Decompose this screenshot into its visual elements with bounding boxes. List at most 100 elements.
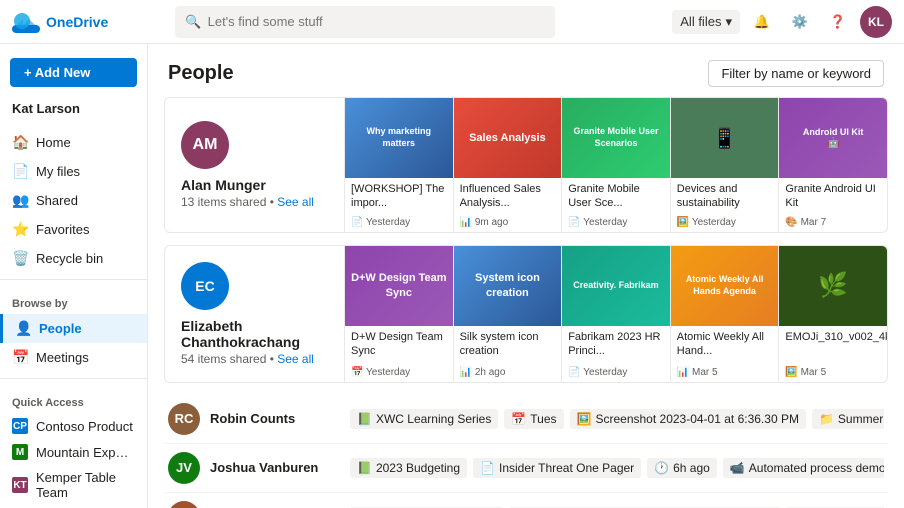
file-tag[interactable]: 📁 Summer retreat team photos bbox=[812, 409, 884, 429]
see-all-alan[interactable]: See all bbox=[277, 195, 314, 209]
meetings-icon: 📅 bbox=[12, 349, 28, 366]
thumb-image: Creativity. Fabrikam bbox=[562, 246, 670, 326]
qa-contoso-icon: CP bbox=[12, 418, 28, 434]
bell-button[interactable]: 🔔 bbox=[746, 6, 778, 38]
file-thumb[interactable]: Why marketing matters [WORKSHOP] The imp… bbox=[345, 98, 454, 232]
file-thumb[interactable]: 🌿 EMOJi_310_v002_4k_1035 🖼️ Mar 5 bbox=[779, 246, 887, 382]
files-icon: 📄 bbox=[12, 163, 28, 180]
person-row[interactable]: RC Robin Counts 📗XWC Learning Series 📅Tu… bbox=[164, 395, 888, 444]
file-tag[interactable]: 📗 XWC Learning Series bbox=[350, 409, 498, 429]
person-info-alan[interactable]: AM Alan Munger 13 items shared • See all bbox=[165, 98, 345, 232]
avatar-mona: MK bbox=[168, 501, 200, 508]
trash-icon: 🗑️ bbox=[12, 250, 28, 267]
people-list: RC Robin Counts 📗XWC Learning Series 📅Tu… bbox=[148, 395, 904, 508]
file-tag[interactable]: 📗2023 Budgeting bbox=[350, 458, 467, 478]
sidebar-item-favorites[interactable]: ⭐ Favorites bbox=[0, 215, 147, 244]
qa-kemper[interactable]: KT Kemper Table Team bbox=[0, 465, 147, 505]
doc-icon: 📄 bbox=[480, 461, 495, 475]
image-icon: 🖼️ bbox=[577, 412, 592, 426]
sidebar-item-label: Shared bbox=[36, 193, 78, 208]
page-title: People bbox=[168, 62, 234, 85]
tag-label: Tues bbox=[530, 412, 556, 426]
qa-mountain[interactable]: M Mountain Expansion... bbox=[0, 439, 147, 465]
qa-kemper-icon: KT bbox=[12, 477, 28, 493]
sidebar-item-recycle[interactable]: 🗑️ Recycle bin bbox=[0, 244, 147, 273]
settings-button[interactable]: ⚙️ bbox=[784, 6, 816, 38]
file-thumb[interactable]: Atomic Weekly All Hands Agenda Atomic We… bbox=[671, 246, 780, 382]
avatar-joshua: JV bbox=[168, 452, 200, 484]
sidebar-item-people[interactable]: 👤 People bbox=[0, 314, 147, 343]
person-row[interactable]: MK Mona Kane 📗Granite Web UI Toolkit 📅20… bbox=[164, 493, 888, 508]
shared-icon: 👥 bbox=[12, 192, 28, 209]
sidebar-item-home[interactable]: 🏠 Home bbox=[0, 128, 147, 157]
person-files-alan: Why marketing matters [WORKSHOP] The imp… bbox=[345, 98, 887, 232]
thumb-meta: 📄 Yesterday bbox=[345, 215, 453, 232]
tag-label: XWC Learning Series bbox=[376, 412, 491, 426]
person-name-alan: Alan Munger bbox=[181, 177, 328, 193]
thumb-label: Fabrikam 2023 HR Princi... bbox=[562, 326, 670, 365]
home-icon: 🏠 bbox=[12, 134, 28, 151]
user-avatar[interactable]: KL bbox=[860, 6, 892, 38]
file-tag[interactable]: 📹Automated process demo reel bbox=[723, 458, 884, 478]
app-logo[interactable]: OneDrive bbox=[12, 11, 112, 33]
qa-mountain-label: Mountain Expansion... bbox=[36, 445, 131, 460]
help-button[interactable]: ❓ bbox=[822, 6, 854, 38]
file-thumb[interactable]: Android UI Kit🤖 Granite Android UI Kit 🎨… bbox=[779, 98, 887, 232]
see-all-elizabeth[interactable]: See all bbox=[277, 352, 314, 366]
people-icon: 👤 bbox=[15, 320, 31, 337]
folder-icon: 📁 bbox=[819, 412, 834, 426]
person-info-elizabeth[interactable]: EC Elizabeth Chanthokrachang 54 items sh… bbox=[165, 246, 345, 382]
person-card-alan: AM Alan Munger 13 items shared • See all… bbox=[164, 97, 888, 233]
thumb-meta: 🖼️ Mar 5 bbox=[779, 365, 887, 382]
gear-icon: ⚙️ bbox=[792, 14, 808, 30]
thumb-meta: 📊 9m ago bbox=[454, 215, 562, 232]
add-new-button[interactable]: + Add New bbox=[10, 58, 137, 87]
file-tag[interactable]: 📅Tues bbox=[504, 409, 563, 429]
avatar-elizabeth: EC bbox=[181, 262, 229, 310]
excel-icon: 📗 bbox=[357, 461, 372, 475]
thumb-image: 📱 bbox=[671, 98, 779, 178]
sidebar-item-shared[interactable]: 👥 Shared bbox=[0, 186, 147, 215]
qa-mountain-icon: M bbox=[12, 444, 28, 460]
file-thumb[interactable]: D+W Design Team Sync D+W Design Team Syn… bbox=[345, 246, 454, 382]
sidebar-item-label: Home bbox=[36, 135, 71, 150]
file-thumb[interactable]: System icon creation Silk system icon cr… bbox=[454, 246, 563, 382]
files-filter[interactable]: All files ▾ bbox=[672, 10, 740, 34]
excel-icon: 📗 bbox=[357, 412, 372, 426]
file-thumb[interactable]: 📱 Devices and sustainability 🖼️ Yesterda… bbox=[671, 98, 780, 232]
file-tag[interactable]: 🕐6h ago bbox=[647, 458, 717, 478]
file-thumb[interactable]: Sales Analysis Influenced Sales Analysis… bbox=[454, 98, 563, 232]
thumb-meta: 📊 2h ago bbox=[454, 365, 562, 382]
thumb-label: Granite Mobile User Sce... bbox=[562, 178, 670, 215]
thumb-image: Granite Mobile User Scenarios bbox=[562, 98, 670, 178]
file-thumb[interactable]: Granite Mobile User Scenarios Granite Mo… bbox=[562, 98, 671, 232]
clock-icon: 🕐 bbox=[654, 461, 669, 475]
qa-contoso[interactable]: CP Contoso Product bbox=[0, 413, 147, 439]
tag-label: Summer retreat team photos bbox=[838, 412, 884, 426]
onedrive-icon bbox=[12, 11, 40, 33]
file-tag[interactable]: 📄Insider Threat One Pager bbox=[473, 458, 641, 478]
thumb-label: EMOJi_310_v002_4k_1035 bbox=[779, 326, 887, 365]
person-row-name: Joshua Vanburen bbox=[210, 460, 340, 475]
thumb-image: 🌿 bbox=[779, 246, 887, 326]
person-row[interactable]: JV Joshua Vanburen 📗2023 Budgeting 📄Insi… bbox=[164, 444, 888, 493]
file-tags: 📗 XWC Learning Series 📅Tues 🖼️Screenshot … bbox=[350, 409, 884, 429]
file-tag[interactable]: 🖼️Screenshot 2023-04-01 at 6:36.30 PM bbox=[570, 409, 806, 429]
thumb-label: Influenced Sales Analysis... bbox=[454, 178, 562, 215]
file-thumb[interactable]: Creativity. Fabrikam Fabrikam 2023 HR Pr… bbox=[562, 246, 671, 382]
filter-button[interactable]: Filter by name or keyword bbox=[708, 60, 884, 87]
thumb-image: D+W Design Team Sync bbox=[345, 246, 453, 326]
thumb-meta: 📄 Yesterday bbox=[562, 215, 670, 232]
bell-icon: 🔔 bbox=[754, 14, 770, 30]
sidebar-item-my-files[interactable]: 📄 My files bbox=[0, 157, 147, 186]
tag-label: Screenshot 2023-04-01 at 6:36.30 PM bbox=[595, 412, 798, 426]
person-meta-elizabeth: 54 items shared • See all bbox=[181, 352, 328, 366]
person-name-elizabeth: Elizabeth Chanthokrachang bbox=[181, 318, 328, 350]
sidebar-item-label: Recycle bin bbox=[36, 251, 103, 266]
sidebar-item-meetings[interactable]: 📅 Meetings bbox=[0, 343, 147, 372]
thumb-label: Silk system icon creation bbox=[454, 326, 562, 365]
thumb-meta: 🎨 Mar 7 bbox=[779, 215, 887, 232]
search-input[interactable] bbox=[208, 14, 546, 29]
search-bar[interactable]: 🔍 bbox=[175, 6, 555, 38]
sidebar-item-label: My files bbox=[36, 164, 80, 179]
